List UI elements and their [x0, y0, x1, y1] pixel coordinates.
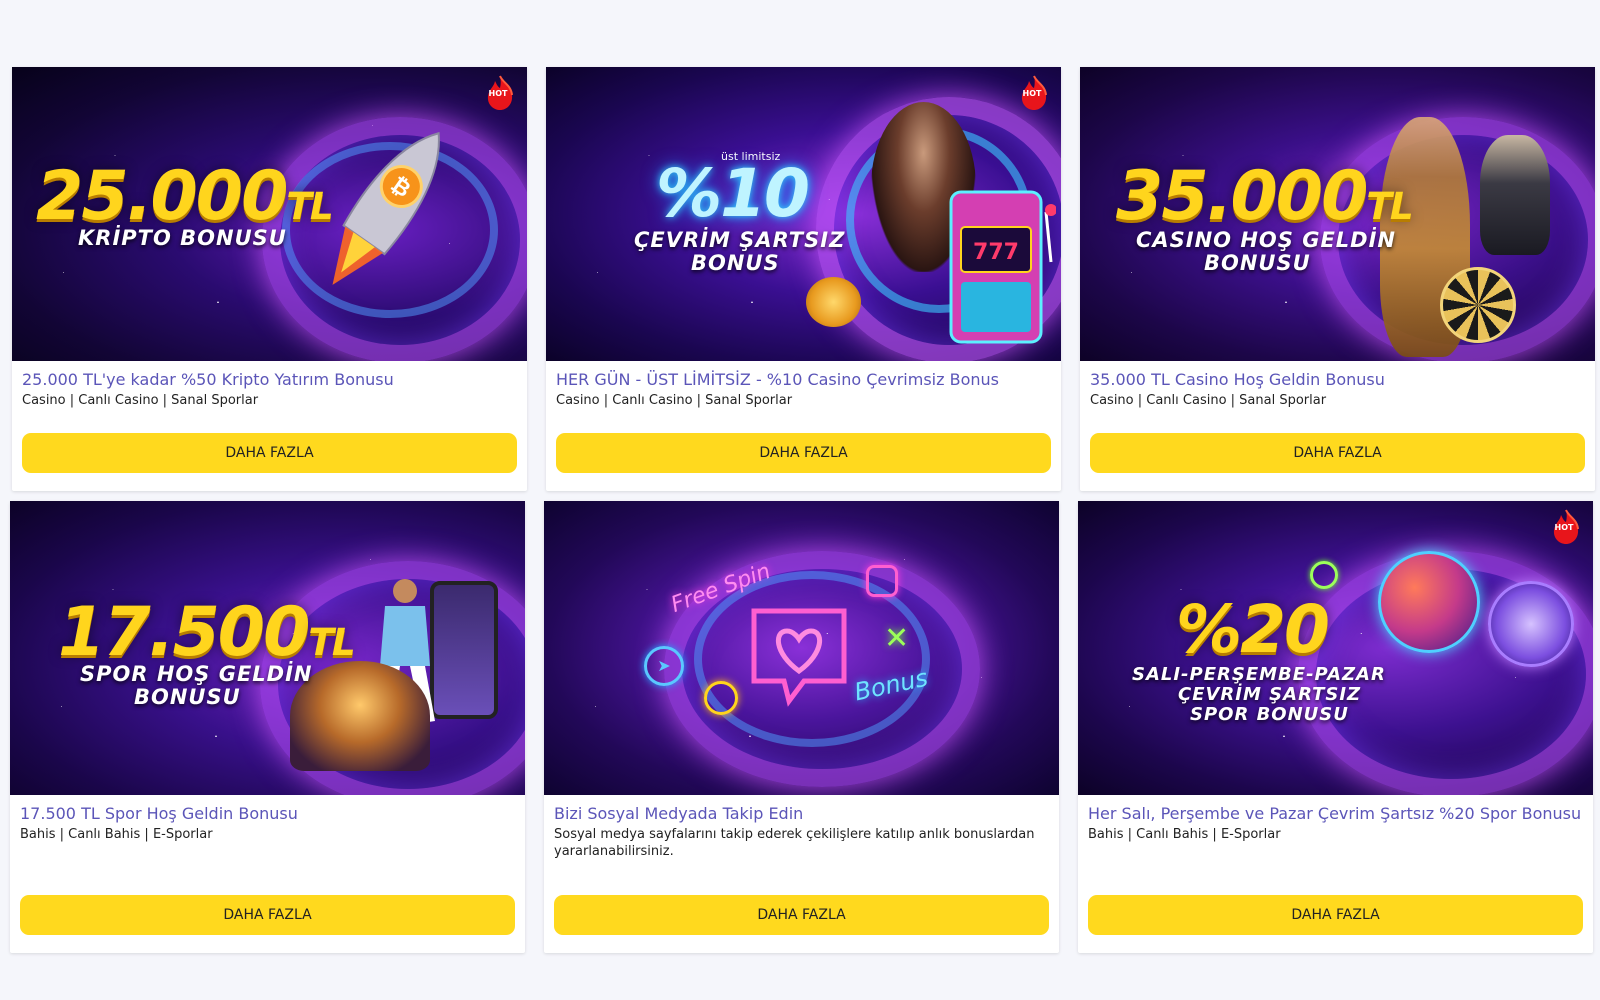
- bonus-headline: %10: [656, 155, 810, 232]
- bonus-subline: SPOR HOŞ GELDİN: [80, 662, 313, 686]
- bonus-categories: Bahis | Canlı Bahis | E-Sporlar: [1088, 827, 1281, 842]
- bonus-description: Sosyal medya sayfalarını takip ederek çe…: [554, 827, 1035, 859]
- man-figure-icon: [1480, 135, 1550, 255]
- bonus-card[interactable]: 17.500TL SPOR HOŞ GELDİN BONUSU 17.500 T…: [10, 501, 525, 953]
- bonus-banner-image[interactable]: 777 üst limitsiz %10 ÇEVRİM ŞARTSIZ BONU…: [546, 67, 1061, 361]
- bonus-title[interactable]: Bizi Sosyal Medyada Takip Edin: [554, 803, 1049, 825]
- more-button[interactable]: DAHA FAZLA: [22, 433, 517, 473]
- bitcoin-rocket-icon: ₿: [312, 107, 462, 307]
- bonus-title[interactable]: HER GÜN - ÜST LİMİTSİZ - %10 Casino Çevr…: [556, 369, 1051, 391]
- bonus-categories: Casino | Canlı Casino | Sanal Sporlar: [1090, 393, 1327, 408]
- bonus-banner-image[interactable]: 35.000TL CASINO HOŞ GELDİN BONUSU: [1080, 67, 1595, 361]
- bonus-subline-2: BONUSU: [134, 685, 241, 709]
- bonus-card[interactable]: ₿ 25.000TL KRİPTO BONUSU HOT 25.000 TL'y…: [12, 67, 527, 491]
- bonus-categories: Casino | Canlı Casino | Sanal Sporlar: [556, 393, 793, 408]
- bonus-title[interactable]: 25.000 TL'ye kadar %50 Kripto Yatırım Bo…: [22, 369, 517, 391]
- bonus-title[interactable]: 35.000 TL Casino Hoş Geldin Bonusu: [1090, 369, 1585, 391]
- bonus-banner-image[interactable]: Free Spin Bonus ➤ ✕: [544, 501, 1059, 795]
- bonus-card[interactable]: 35.000TL CASINO HOŞ GELDİN BONUSU 35.000…: [1080, 67, 1595, 491]
- bonus-headline: 25.000TL: [36, 157, 334, 236]
- soccer-ball-icon: [1488, 581, 1574, 667]
- bonus-headline: 17.500TL: [58, 593, 356, 672]
- bonus-subline-2: BONUSU: [1204, 251, 1311, 275]
- heart-chat-icon: [744, 601, 854, 711]
- bonus-headline: %20: [1176, 591, 1330, 668]
- more-button[interactable]: DAHA FAZLA: [20, 895, 515, 935]
- bonus-categories: Bahis | Canlı Bahis | E-Sporlar: [20, 827, 213, 842]
- bonus-banner-image[interactable]: 17.500TL SPOR HOŞ GELDİN BONUSU: [10, 501, 525, 795]
- instagram-icon: [866, 565, 898, 597]
- coins-icon: [806, 277, 861, 327]
- casino-chips-icon: [1440, 267, 1516, 343]
- telegram-icon: ➤: [644, 646, 684, 686]
- hot-badge-label: HOT: [1022, 89, 1042, 98]
- bonus-headline: 35.000TL: [1116, 157, 1414, 236]
- x-twitter-icon: ✕: [884, 621, 910, 656]
- bonus-card[interactable]: Free Spin Bonus ➤ ✕ Bizi Sosyal Medyada …: [544, 501, 1059, 953]
- bonus-subline-3: SPOR BONUSU: [1190, 704, 1349, 725]
- bonus-subline: KRİPTO BONUSU: [78, 226, 287, 250]
- more-button[interactable]: DAHA FAZLA: [1088, 895, 1583, 935]
- bonus-categories: Casino | Canlı Casino | Sanal Sporlar: [22, 393, 259, 408]
- hot-badge-label: HOT: [488, 89, 508, 98]
- bonus-banner-image[interactable]: %20 SALI-PERŞEMBE-PAZAR ÇEVRİM ŞARTSIZ S…: [1078, 501, 1593, 795]
- bonus-subline: ÇEVRİM ŞARTSIZ: [634, 228, 846, 252]
- whatsapp-icon: [704, 681, 738, 715]
- stopwatch-icon: [1310, 561, 1338, 589]
- bonus-title[interactable]: 17.500 TL Spor Hoş Geldin Bonusu: [20, 803, 515, 825]
- bonus-card[interactable]: 777 üst limitsiz %10 ÇEVRİM ŞARTSIZ BONU…: [546, 67, 1061, 491]
- svg-text:777: 777: [973, 240, 1019, 265]
- bonus-subline-2: BONUS: [691, 251, 780, 275]
- bonus-title[interactable]: Her Salı, Perşembe ve Pazar Çevrim Şarts…: [1088, 803, 1583, 825]
- slot-machine-icon: 777: [941, 182, 1057, 352]
- more-button[interactable]: DAHA FAZLA: [1090, 433, 1585, 473]
- more-button[interactable]: DAHA FAZLA: [556, 433, 1051, 473]
- bonus-subline: CASINO HOŞ GELDİN: [1136, 228, 1396, 252]
- basketball-icon: [1378, 551, 1480, 653]
- bonus-banner-image[interactable]: ₿ 25.000TL KRİPTO BONUSU HOT: [12, 67, 527, 361]
- hot-badge-label: HOT: [1554, 523, 1574, 532]
- bonus-card[interactable]: %20 SALI-PERŞEMBE-PAZAR ÇEVRİM ŞARTSIZ S…: [1078, 501, 1593, 953]
- more-button[interactable]: DAHA FAZLA: [554, 895, 1049, 935]
